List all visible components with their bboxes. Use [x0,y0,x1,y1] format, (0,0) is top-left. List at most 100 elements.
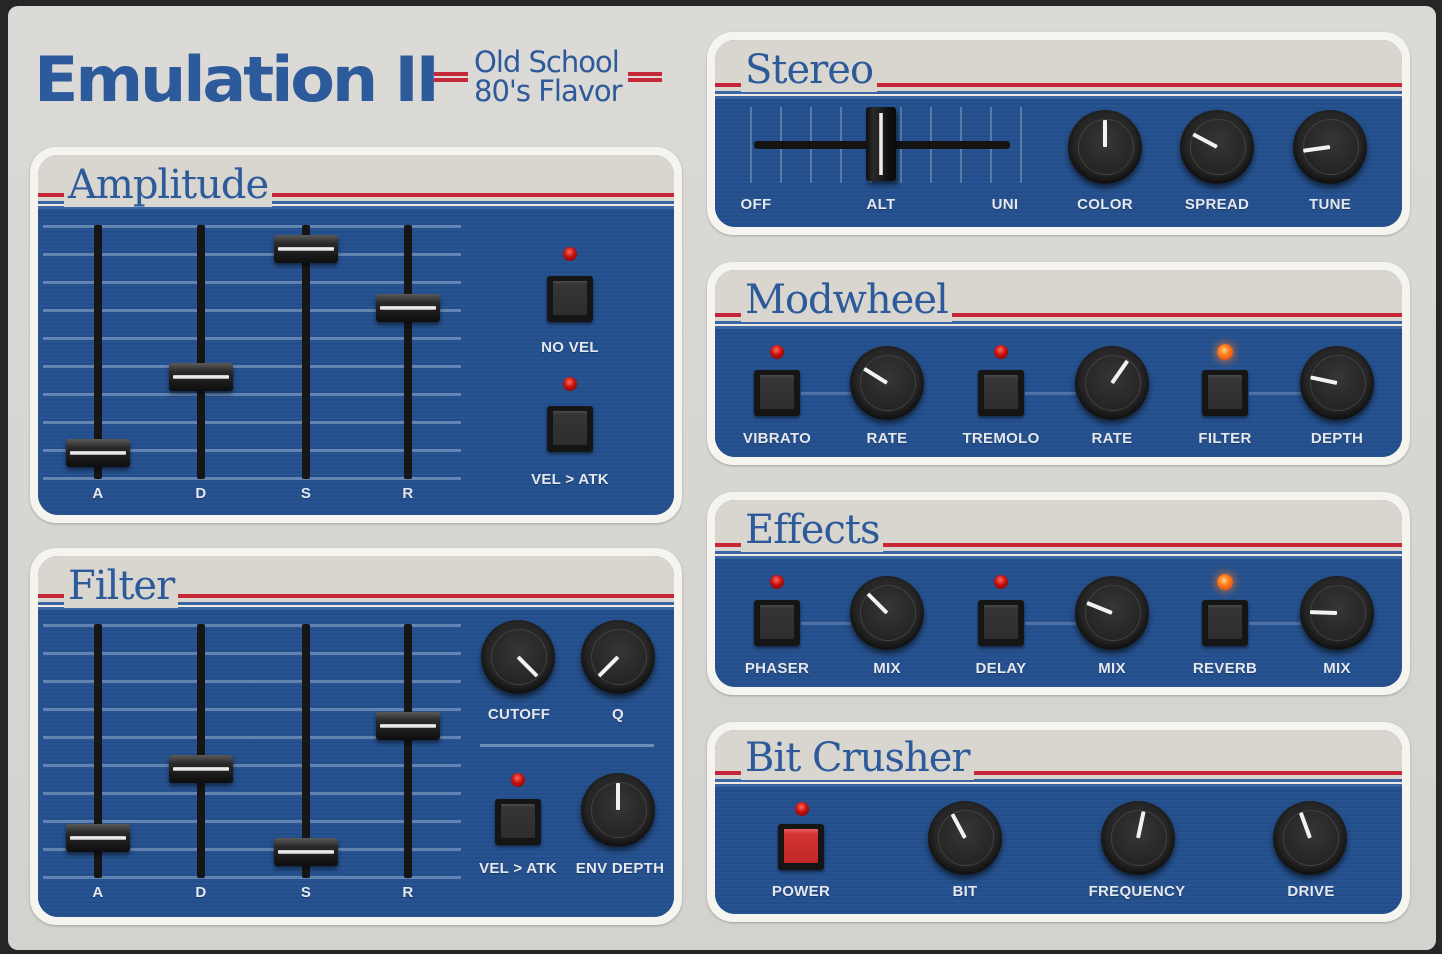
filter-s-fader-handle[interactable] [274,838,338,867]
filter-controls: A D S R CUTOFF Q VEL > ATK ENV DEPTH [38,610,674,917]
filter-d-track[interactable] [197,624,205,878]
delay-button[interactable] [978,600,1024,646]
scale-line [43,365,461,368]
filter-r-fader-handle[interactable] [376,711,440,740]
cutoff-knob[interactable] [481,620,555,694]
bitcrusher-panel: Bit Crusher POWER BIT FREQUENCY DRIVE [707,722,1410,922]
no-vel-button[interactable] [547,276,593,322]
mode-alt-label: ALT [866,196,896,213]
tune-knob[interactable] [1293,110,1367,184]
modwheel-vibrato-label: VIBRATO [742,430,812,447]
effects-title: Effects [741,508,884,552]
color-knob[interactable] [1068,110,1142,184]
cutoff-label: CUTOFF [487,706,551,723]
knob-pointer [1309,610,1338,615]
filter-r-label: R [402,884,414,901]
effects-mix-2-label: MIX [1098,660,1126,677]
modwheel-depth-3-label: DEPTH [1310,430,1364,447]
stereo-title: Stereo [741,48,878,92]
vibrato-led [770,345,784,359]
amplitude-d-fader-handle[interactable] [169,363,233,392]
filter-d-label: D [195,884,207,901]
knob-pointer [950,813,967,839]
scale-line [43,792,461,795]
filter-d-fader-handle[interactable] [169,755,233,784]
phaser-led [770,575,784,589]
amplitude-s-fader-handle[interactable] [274,234,338,263]
mode-slider-handle[interactable] [866,107,896,181]
delay-led [994,575,1008,589]
amplitude-d-track[interactable] [197,225,205,479]
tremolo-led [994,345,1008,359]
scale-line [43,764,461,767]
drive-knob[interactable] [1273,801,1347,875]
modwheel-title: Modwheel [741,278,952,322]
mode-off-label: OFF [740,196,772,213]
bit-label: BIT [952,883,978,900]
tagline-line-1: Old School [474,45,620,79]
q-label: Q [612,706,624,723]
amplitude-r-fader-handle[interactable] [376,294,440,323]
app-logo: Emulation II [34,43,440,116]
bitcrusher-title: Bit Crusher [741,736,974,780]
stereo-controls: OFF ALT UNI COLOR SPREAD TUNE [715,99,1402,227]
modwheel-rate-2-knob[interactable] [1075,346,1149,420]
vel-atk-button[interactable] [547,406,593,452]
scale-line [43,820,461,823]
power-button[interactable] [778,824,824,870]
filter-button[interactable] [1202,370,1248,416]
stereo-panel: Stereo OFF ALT UNI COLOR SPREAD TUNE [707,32,1410,235]
knob-pointer [616,783,620,810]
env-depth-label: ENV DEPTH [575,860,665,877]
vibrato-button[interactable] [754,370,800,416]
amplitude-r-track[interactable] [404,225,412,479]
env-depth-knob[interactable] [581,773,655,847]
effects-mix-2-knob[interactable] [1075,576,1149,650]
scale-line [43,477,461,480]
connector-line [1025,392,1076,395]
frequency-knob[interactable] [1101,801,1175,875]
color-label: COLOR [1077,196,1133,213]
knob-pointer [1103,120,1107,147]
modwheel-rate-2-label: RATE [1091,430,1133,447]
scale-line [43,652,461,655]
modwheel-depth-3-knob[interactable] [1300,346,1374,420]
knob-pointer [516,655,539,678]
knob-pointer [1310,375,1338,385]
effects-mix-3-knob[interactable] [1300,576,1374,650]
knob-pointer [1298,811,1312,839]
scale-line [43,337,461,340]
scale-line [43,281,461,284]
filter-vel-atk-led [511,773,525,787]
reverb-button[interactable] [1202,600,1248,646]
filter-vel-atk-label: VEL > ATK [479,860,557,877]
tagline: Old School 80's Flavor [434,48,662,106]
spread-knob[interactable] [1180,110,1254,184]
amplitude-a-fader-handle[interactable] [66,439,130,468]
effects-panel: Effects PHASER MIX DELAY MIX REVERB MIX [707,492,1410,695]
bit-knob[interactable] [928,801,1002,875]
amplitude-title: Amplitude [64,163,273,207]
scale-line [43,680,461,683]
filter-s-label: S [300,884,312,901]
filter-a-fader-handle[interactable] [66,824,130,853]
effects-mix-1-knob[interactable] [850,576,924,650]
effects-controls: PHASER MIX DELAY MIX REVERB MIX [715,559,1402,687]
filter-a-label: A [92,884,104,901]
reverb-led [1217,574,1233,590]
phaser-button[interactable] [754,600,800,646]
tremolo-button[interactable] [978,370,1024,416]
filter-vel-atk-button[interactable] [495,799,541,845]
modwheel-controls: VIBRATO RATE TREMOLO RATE FILTER DEPTH [715,329,1402,457]
filter-title: Filter [64,564,179,608]
modwheel-rate-1-knob[interactable] [850,346,924,420]
q-knob[interactable] [581,620,655,694]
knob-pointer [1110,359,1130,385]
filter-r-track[interactable] [404,624,412,878]
amplitude-s-track[interactable] [302,225,310,479]
power-led [795,802,809,816]
modwheel-tremolo-label: TREMOLO [962,430,1040,447]
scale-line [43,225,461,228]
scale-line [43,393,461,396]
scale-tick [750,107,752,183]
